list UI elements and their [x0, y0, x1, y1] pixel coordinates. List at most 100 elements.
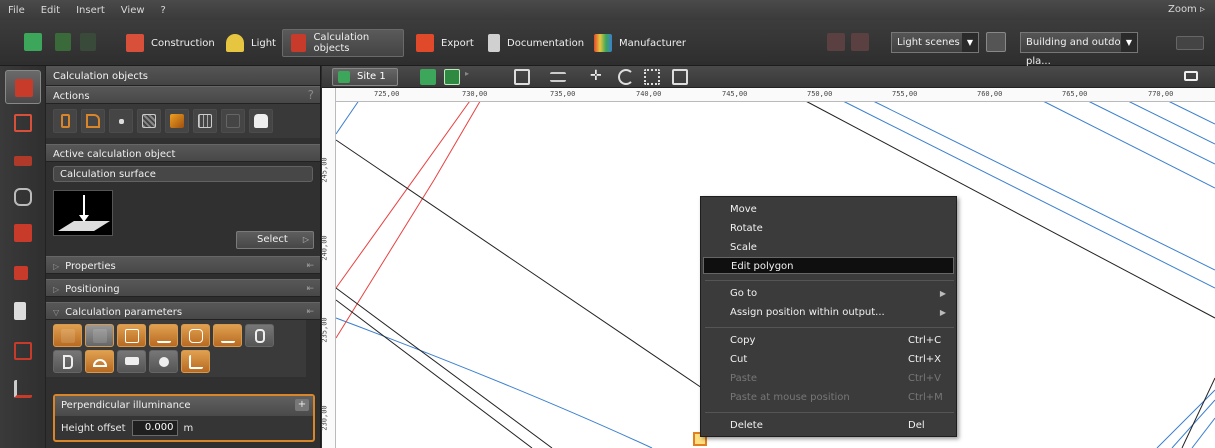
rail-box[interactable] — [5, 216, 41, 250]
collapse-icon: ▽ — [53, 308, 60, 317]
tab-construction[interactable]: Construction — [118, 29, 223, 57]
color-area-button[interactable] — [165, 109, 189, 133]
menu-view[interactable]: View — [113, 5, 153, 16]
height-offset-field[interactable]: 0.000 — [131, 420, 178, 436]
new-object-button[interactable] — [53, 109, 77, 133]
chevron-right-icon: ▷ — [302, 235, 309, 244]
menu-file[interactable]: File — [0, 5, 33, 16]
view-3d-icon[interactable] — [420, 69, 436, 85]
menu-paste-at-mouse: Paste at mouse position Ctrl+M — [703, 389, 954, 406]
menu-help[interactable]: ? — [153, 5, 174, 16]
cylindrical-illuminance-button[interactable] — [245, 324, 274, 347]
calculation-parameters-header[interactable]: ▽ Calculation parameters ⇤ — [46, 302, 320, 320]
pointer-button[interactable] — [249, 109, 273, 133]
shortcut-label: Ctrl+V — [908, 373, 942, 384]
menu-rotate[interactable]: Rotate — [703, 220, 954, 237]
rail-surface[interactable] — [5, 144, 41, 178]
hemispherical-button[interactable] — [85, 350, 114, 373]
menu-separator — [705, 280, 954, 281]
building-select[interactable]: Building and outdoor pla... ▼ — [1020, 32, 1138, 67]
select-area-icon[interactable] — [644, 69, 660, 85]
tab-manufacturer[interactable]: Manufacturer — [586, 29, 694, 57]
tab-calculation-objects[interactable]: Calculation objects — [282, 29, 404, 57]
perpendicular-illuminance-button[interactable] — [53, 324, 82, 347]
observer-button[interactable] — [181, 350, 210, 373]
pin-icon[interactable]: ⇤ — [306, 284, 314, 294]
zoom-fit-icon[interactable] — [514, 69, 530, 85]
grid-illuminance-button[interactable] — [117, 324, 146, 347]
menu-scale[interactable]: Scale — [703, 239, 954, 256]
polygon-object-button[interactable] — [81, 109, 105, 133]
rail-add-object[interactable] — [5, 294, 41, 328]
cross-area-button[interactable] — [221, 109, 245, 133]
save-icon[interactable] — [24, 33, 42, 51]
menu-assign-position[interactable]: Assign position within output... ▶ — [703, 304, 954, 321]
menu-go-to[interactable]: Go to ▶ — [703, 285, 954, 302]
help-icon[interactable]: ? — [308, 88, 314, 102]
menu-edit-polygon[interactable]: Edit polygon — [703, 257, 954, 274]
zoom-menu[interactable]: Zoom ▹ — [1168, 4, 1205, 15]
tab-light[interactable]: Light — [218, 29, 284, 57]
grid-area-button[interactable] — [193, 109, 217, 133]
rail-frame[interactable] — [5, 334, 41, 368]
actions-header[interactable]: Actions ? — [46, 86, 320, 104]
light-scene-settings-icon[interactable] — [986, 32, 1006, 52]
positioning-header[interactable]: ▷ Positioning ⇤ — [46, 279, 320, 297]
glare-2-button[interactable] — [213, 324, 242, 347]
side-panel: Calculation objects Actions ? Active cal… — [46, 66, 321, 448]
active-object-type: Calculation surface — [53, 166, 313, 182]
select-button[interactable]: Select ▷ — [236, 231, 314, 249]
horizontal-illuminance-button[interactable] — [149, 324, 178, 347]
menu-delete[interactable]: Delete Del — [703, 417, 954, 434]
glasses-icon — [221, 329, 235, 343]
chevron-right-icon[interactable]: ▸ — [465, 69, 471, 85]
rail-path[interactable] — [5, 372, 41, 406]
redo-icon[interactable] — [80, 33, 96, 51]
menu-insert[interactable]: Insert — [68, 5, 113, 16]
rail-text[interactable] — [5, 258, 41, 292]
properties-header[interactable]: ▷ Properties ⇤ — [46, 256, 320, 274]
menu-cut[interactable]: Cut Ctrl+X — [703, 351, 954, 368]
view-mode-icon[interactable] — [1176, 36, 1204, 50]
cylinder-icon — [14, 188, 32, 206]
measure-icon[interactable] — [550, 72, 566, 82]
rail-calculation-objects[interactable] — [5, 70, 41, 104]
tab-export[interactable]: Export — [408, 29, 482, 57]
semi-cylindrical-button[interactable] — [53, 350, 82, 373]
hatched-area-button[interactable] — [137, 109, 161, 133]
pin-icon[interactable]: ⇤ — [306, 261, 314, 271]
menu-edit[interactable]: Edit — [33, 5, 68, 16]
shortcut-label: Ctrl+M — [908, 392, 943, 403]
sun-icon — [159, 357, 169, 367]
site-icon — [338, 71, 350, 83]
tab-documentation[interactable]: Documentation — [480, 29, 592, 57]
camera-button[interactable] — [117, 350, 146, 373]
point-object-button[interactable] — [109, 109, 133, 133]
add-icon[interactable]: + — [295, 399, 309, 411]
rail-cylinder[interactable] — [5, 180, 41, 214]
menu-separator — [705, 327, 954, 328]
left-icon-rail — [0, 66, 46, 448]
cylinder-icon — [255, 329, 265, 343]
rotate-icon[interactable] — [618, 69, 634, 85]
start-calculation-icon[interactable] — [827, 33, 845, 51]
undo-icon[interactable] — [55, 33, 71, 51]
ruler-tick: 730,00 — [462, 90, 488, 98]
menu-copy[interactable]: Copy Ctrl+C — [703, 332, 954, 349]
move-icon[interactable]: ✛ — [590, 69, 606, 85]
rail-room[interactable] — [5, 106, 41, 140]
stop-calculation-icon[interactable] — [851, 33, 869, 51]
ruler-tick: 740,00 — [636, 90, 662, 98]
pin-icon[interactable]: ⇤ — [306, 307, 314, 317]
glare-button[interactable] — [181, 324, 210, 347]
display-icon[interactable] — [1184, 71, 1198, 81]
frame-select-icon[interactable] — [672, 69, 688, 85]
vertical-illuminance-button[interactable] — [85, 324, 114, 347]
menu-move[interactable]: Move — [703, 201, 954, 218]
perpendicular-illuminance-box: Perpendicular illuminance + Height offse… — [53, 394, 315, 442]
submenu-arrow-icon: ▶ — [939, 308, 946, 317]
surface-icon — [14, 156, 32, 166]
daylight-button[interactable] — [149, 350, 178, 373]
light-scene-select[interactable]: Light scenes 1 ▼ — [891, 32, 979, 53]
floor-plan-icon[interactable] — [444, 69, 460, 85]
